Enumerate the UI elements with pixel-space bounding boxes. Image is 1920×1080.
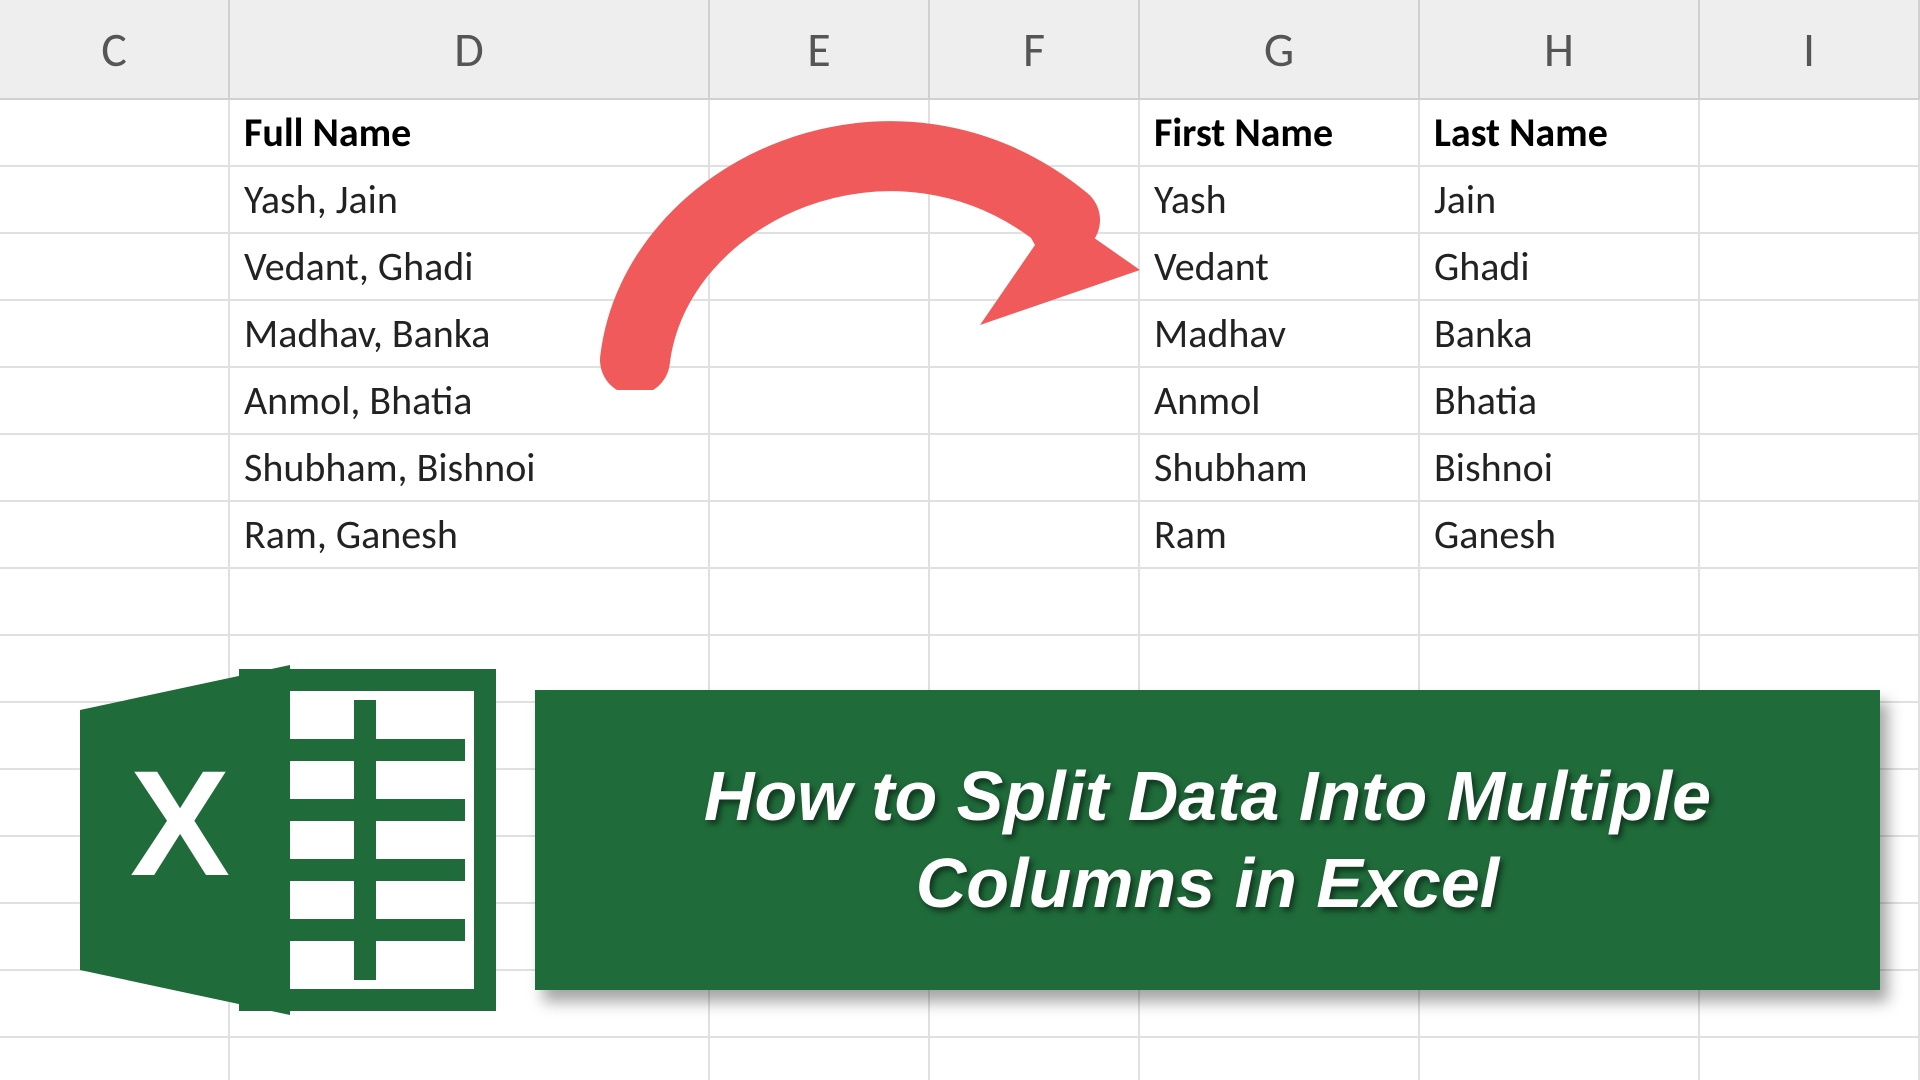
- cell[interactable]: [1700, 234, 1920, 301]
- table-row: [0, 569, 1920, 636]
- cell[interactable]: [1700, 301, 1920, 368]
- table-row: Madhav, Banka Madhav Banka: [0, 301, 1920, 368]
- cell[interactable]: [930, 435, 1140, 502]
- cell[interactable]: [930, 167, 1140, 234]
- cell[interactable]: [930, 301, 1140, 368]
- cell[interactable]: [710, 435, 930, 502]
- cell[interactable]: [930, 234, 1140, 301]
- cell[interactable]: [1420, 1038, 1700, 1080]
- cell[interactable]: [0, 368, 230, 435]
- cell[interactable]: [1420, 569, 1700, 636]
- cell[interactable]: [1700, 569, 1920, 636]
- cell[interactable]: [0, 569, 230, 636]
- cell[interactable]: [1700, 502, 1920, 569]
- column-header-G[interactable]: G: [1140, 0, 1420, 98]
- column-header-C[interactable]: C: [0, 0, 230, 98]
- column-header-D[interactable]: D: [230, 0, 710, 98]
- svg-text:X: X: [130, 739, 230, 907]
- cell[interactable]: [1700, 1038, 1920, 1080]
- cell[interactable]: [0, 435, 230, 502]
- cell[interactable]: [930, 569, 1140, 636]
- cell-last-name[interactable]: Bishnoi: [1420, 435, 1700, 502]
- cell[interactable]: [710, 502, 930, 569]
- cell[interactable]: [710, 167, 930, 234]
- table-row: Shubham, Bishnoi Shubham Bishnoi: [0, 435, 1920, 502]
- cell[interactable]: [710, 569, 930, 636]
- cell-full-name[interactable]: Shubham, Bishnoi: [230, 435, 710, 502]
- cell[interactable]: [710, 1038, 930, 1080]
- column-header-row: C D E F G H I: [0, 0, 1920, 100]
- cell[interactable]: [0, 167, 230, 234]
- cell[interactable]: [230, 1038, 710, 1080]
- cell[interactable]: [0, 100, 230, 167]
- cell-last-name[interactable]: Banka: [1420, 301, 1700, 368]
- cell-first-name[interactable]: Madhav: [1140, 301, 1420, 368]
- column-header-I[interactable]: I: [1700, 0, 1920, 98]
- cell-first-name[interactable]: Vedant: [1140, 234, 1420, 301]
- cell-full-name[interactable]: Madhav, Banka: [230, 301, 710, 368]
- table-row: Vedant, Ghadi Vedant Ghadi: [0, 234, 1920, 301]
- header-full-name[interactable]: Full Name: [230, 100, 710, 167]
- table-row: Anmol, Bhatia Anmol Bhatia: [0, 368, 1920, 435]
- cell[interactable]: [1140, 1038, 1420, 1080]
- cell-last-name[interactable]: Ganesh: [1420, 502, 1700, 569]
- cell[interactable]: [0, 1038, 230, 1080]
- cell[interactable]: [1700, 368, 1920, 435]
- cell-full-name[interactable]: Yash, Jain: [230, 167, 710, 234]
- header-first-name[interactable]: First Name: [1140, 100, 1420, 167]
- cell[interactable]: [710, 100, 930, 167]
- table-row: Full Name First Name Last Name: [0, 100, 1920, 167]
- cell-first-name[interactable]: Yash: [1140, 167, 1420, 234]
- cell[interactable]: [0, 301, 230, 368]
- banner-title: How to Split Data Into Multiple Columns …: [575, 753, 1840, 928]
- cell[interactable]: [710, 368, 930, 435]
- cell-last-name[interactable]: Ghadi: [1420, 234, 1700, 301]
- cell-last-name[interactable]: Bhatia: [1420, 368, 1700, 435]
- cell-last-name[interactable]: Jain: [1420, 167, 1700, 234]
- cell-full-name[interactable]: Ram, Ganesh: [230, 502, 710, 569]
- cell[interactable]: [0, 234, 230, 301]
- table-row: [0, 1038, 1920, 1080]
- cell[interactable]: [0, 502, 230, 569]
- cell[interactable]: [710, 301, 930, 368]
- cell[interactable]: [930, 368, 1140, 435]
- title-banner: How to Split Data Into Multiple Columns …: [535, 690, 1880, 990]
- table-row: Yash, Jain Yash Jain: [0, 167, 1920, 234]
- cell[interactable]: [1700, 100, 1920, 167]
- cell[interactable]: [1700, 435, 1920, 502]
- cell-full-name[interactable]: Vedant, Ghadi: [230, 234, 710, 301]
- cell-first-name[interactable]: Ram: [1140, 502, 1420, 569]
- cell[interactable]: [930, 100, 1140, 167]
- column-header-F[interactable]: F: [930, 0, 1140, 98]
- cell[interactable]: [710, 234, 930, 301]
- cell-full-name[interactable]: Anmol, Bhatia: [230, 368, 710, 435]
- cell[interactable]: [930, 502, 1140, 569]
- cell-first-name[interactable]: Anmol: [1140, 368, 1420, 435]
- excel-logo-icon: X: [50, 650, 500, 1030]
- cell-first-name[interactable]: Shubham: [1140, 435, 1420, 502]
- cell[interactable]: [930, 1038, 1140, 1080]
- header-last-name[interactable]: Last Name: [1420, 100, 1700, 167]
- cell[interactable]: [1140, 569, 1420, 636]
- column-header-H[interactable]: H: [1420, 0, 1700, 98]
- column-header-E[interactable]: E: [710, 0, 930, 98]
- cell[interactable]: [1700, 167, 1920, 234]
- cell[interactable]: [230, 569, 710, 636]
- spreadsheet-view: C D E F G H I Full Name First Name Last …: [0, 0, 1920, 1080]
- table-row: Ram, Ganesh Ram Ganesh: [0, 502, 1920, 569]
